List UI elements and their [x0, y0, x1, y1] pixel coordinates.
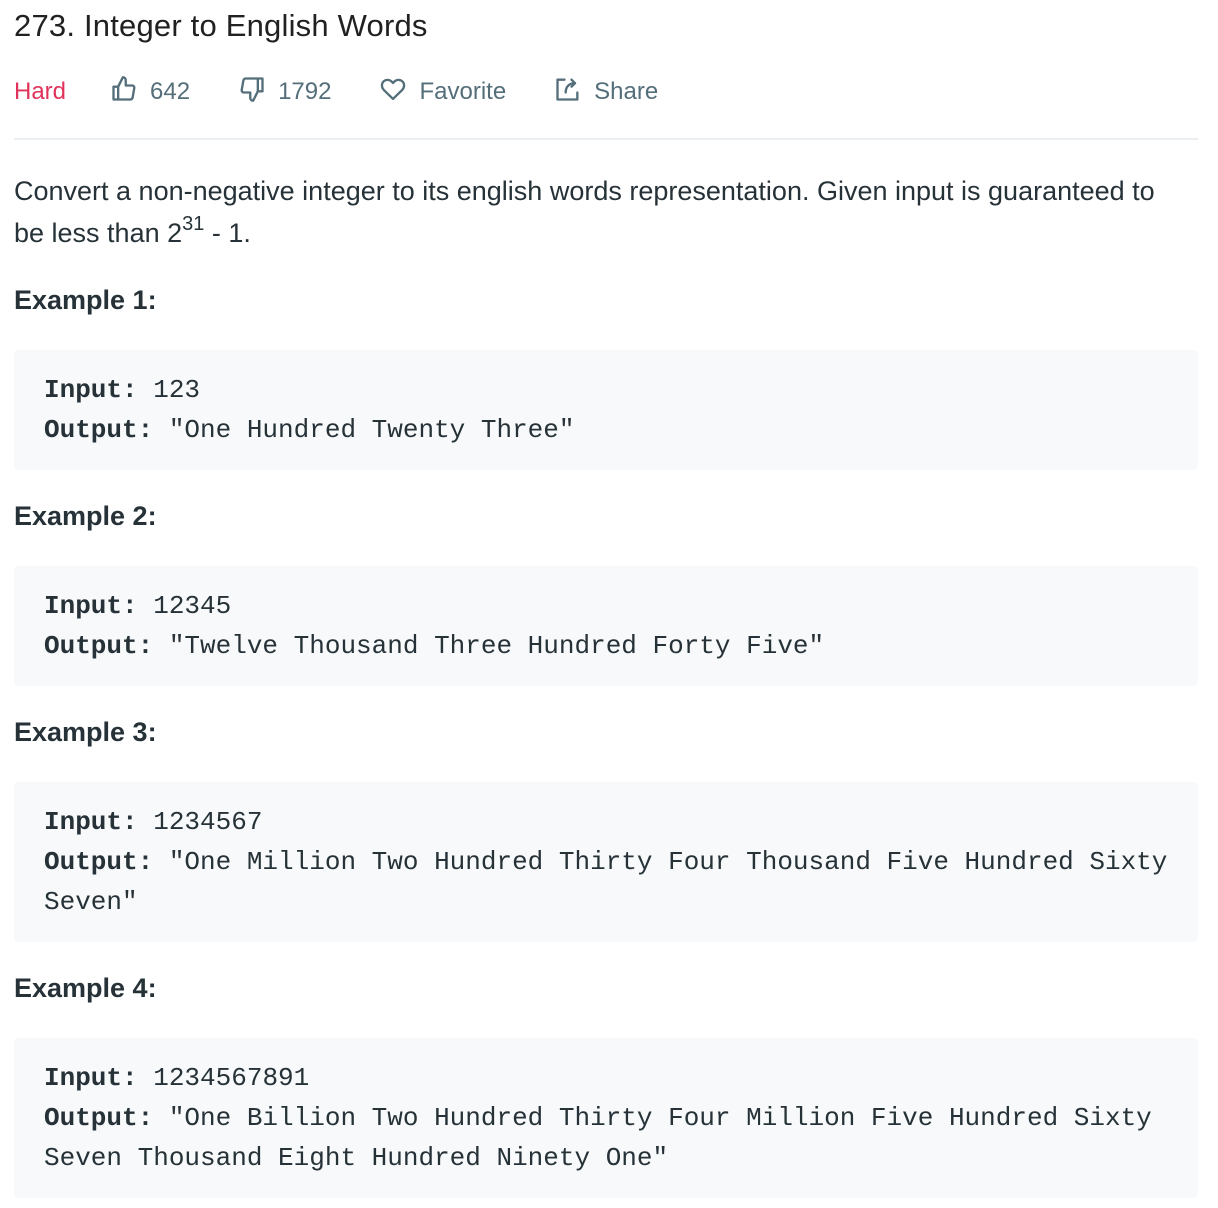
description-superscript: 31 [182, 213, 205, 235]
example-input-line: Input: 123 [44, 370, 1168, 410]
input-label: Input: [44, 591, 138, 621]
like-count: 642 [150, 78, 191, 105]
input-label: Input: [44, 375, 138, 405]
problem-description: Convert a non-negative integer to its en… [14, 170, 1164, 254]
example-heading: Example 3: [14, 717, 157, 747]
output-value: "One Hundred Twenty Three" [153, 415, 575, 445]
output-label: Output: [44, 415, 154, 445]
input-value: 123 [137, 375, 201, 405]
dislike-count: 1792 [278, 78, 332, 105]
output-value: "One Billion Two Hundred Thirty Four Mil… [44, 1103, 1168, 1173]
example-input-line: Input: 12345 [44, 586, 1168, 626]
heart-icon [379, 75, 419, 110]
example-input-line: Input: 1234567891 [44, 1058, 1168, 1098]
example-output-line: Output: "One Million Two Hundred Thirty … [44, 842, 1168, 922]
example-heading: Example 1: [14, 285, 157, 315]
share-label: Share [594, 78, 659, 105]
problem-meta-bar: Hard 642 1792 Favorite Share [14, 72, 706, 112]
example-heading: Example 2: [14, 501, 157, 531]
thumbs-up-icon [110, 75, 150, 110]
output-label: Output: [44, 631, 154, 661]
dislike-button[interactable]: 1792 [238, 75, 331, 110]
description-text: Convert a non-negative integer to its en… [14, 176, 1155, 248]
example-code-block: Input: 123 Output: "One Hundred Twenty T… [14, 350, 1198, 470]
input-value: 1234567891 [137, 1063, 310, 1093]
example-output-line: Output: "One Hundred Twenty Three" [44, 410, 1168, 450]
like-button[interactable]: 642 [110, 75, 190, 110]
output-label: Output: [44, 847, 154, 877]
example-code-block: Input: 12345 Output: "Twelve Thousand Th… [14, 566, 1198, 686]
problem-title: 273. Integer to English Words [14, 8, 428, 43]
output-label: Output: [44, 1103, 154, 1133]
thumbs-down-icon [238, 75, 278, 110]
example-output-line: Output: "Twelve Thousand Three Hundred F… [44, 626, 1168, 666]
favorite-label: Favorite [419, 78, 507, 105]
difficulty-badge: Hard [14, 78, 67, 105]
share-icon [554, 75, 594, 110]
example-code-block: Input: 1234567891 Output: "One Billion T… [14, 1038, 1198, 1198]
input-label: Input: [44, 1063, 138, 1093]
input-value: 1234567 [137, 807, 263, 837]
output-value: "One Million Two Hundred Thirty Four Tho… [44, 847, 1183, 917]
favorite-button[interactable]: Favorite [379, 75, 506, 110]
example-code-block: Input: 1234567 Output: "One Million Two … [14, 782, 1198, 942]
example-output-line: Output: "One Billion Two Hundred Thirty … [44, 1098, 1168, 1178]
description-text-end: - 1. [204, 218, 251, 248]
divider [14, 138, 1198, 140]
example-heading: Example 4: [14, 973, 157, 1003]
example-input-line: Input: 1234567 [44, 802, 1168, 842]
output-value: "Twelve Thousand Three Hundred Forty Fiv… [153, 631, 825, 661]
input-value: 12345 [137, 591, 232, 621]
share-button[interactable]: Share [554, 75, 658, 110]
input-label: Input: [44, 807, 138, 837]
